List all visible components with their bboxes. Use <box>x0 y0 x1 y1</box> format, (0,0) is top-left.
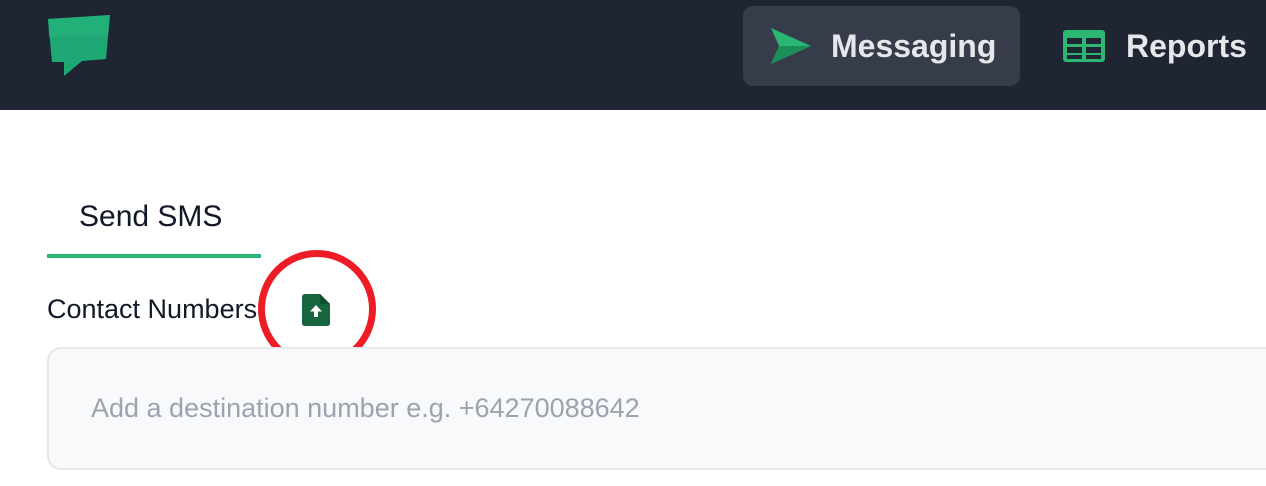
chat-bubble-logo-icon[interactable] <box>46 15 112 77</box>
nav-reports[interactable]: Reports <box>1060 6 1266 86</box>
nav-reports-label: Reports <box>1126 27 1247 64</box>
table-icon <box>1063 30 1105 62</box>
destination-number-input[interactable] <box>47 347 1266 470</box>
nav-messaging[interactable]: Messaging <box>743 6 1020 86</box>
nav-messaging-label: Messaging <box>831 27 997 64</box>
contact-numbers-label: Contact Numbers <box>47 294 258 324</box>
top-navigation-bar: Messaging Reports <box>0 0 1266 110</box>
tab-send-sms[interactable]: Send SMS <box>47 190 261 258</box>
tab-send-sms-label: Send SMS <box>79 200 223 233</box>
send-icon <box>771 28 811 64</box>
